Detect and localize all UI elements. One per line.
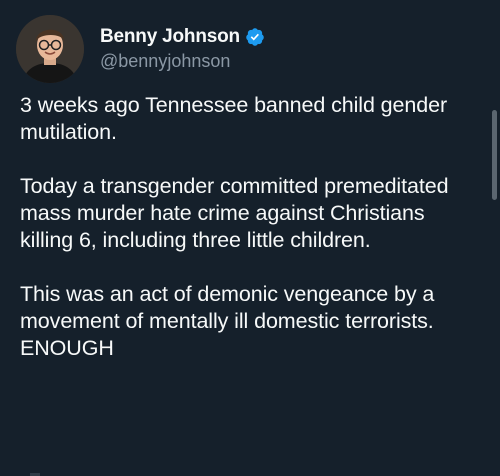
tweet-paragraph: 3 weeks ago Tennessee banned child gende… [20,93,448,144]
name-row: Benny Johnson [100,24,265,50]
handle[interactable]: @bennyjohnson [100,51,265,72]
tweet-text: 3 weeks ago Tennessee banned child gende… [20,92,482,362]
scrollbar[interactable] [492,110,497,200]
tweet-card: Benny Johnson @bennyjohnson 3 weeks ago … [0,0,500,476]
tweet-header: Benny Johnson @bennyjohnson [100,24,265,72]
tweet-paragraph: This was an act of demonic vengeance by … [20,282,435,360]
profile-photo-icon [16,15,84,83]
tweet-paragraph: Today a transgender committed premeditat… [20,174,449,252]
avatar[interactable] [16,15,84,83]
display-name[interactable]: Benny Johnson [100,26,240,48]
verified-badge-icon [245,27,265,47]
